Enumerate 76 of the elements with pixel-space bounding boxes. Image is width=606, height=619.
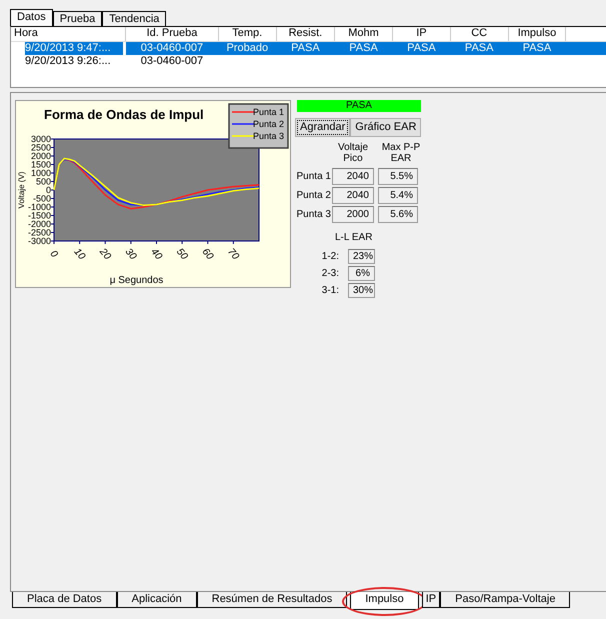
column-header[interactable]: Id. Prueba — [126, 27, 218, 41]
legend — [228, 103, 289, 149]
button[interactable]: Agrandar — [295, 118, 350, 137]
column-header: Voltaje Pico — [336, 142, 370, 164]
tab[interactable]: Prueba — [52, 11, 102, 26]
value-field: 5.5% — [378, 168, 418, 185]
tick-label: -2500 — [28, 228, 51, 238]
tab[interactable]: Datos — [10, 9, 53, 26]
tick-label: 10 — [71, 246, 88, 262]
axis-title: μ Segundos — [110, 275, 164, 286]
tick-label: -3000 — [28, 236, 51, 246]
row-label: 3-1: — [320, 284, 339, 296]
table-cell: 9/20/2013 9:47:... — [25, 42, 123, 55]
tab[interactable]: Paso/Rampa-Voltaje — [440, 592, 570, 608]
tick-label: 60 — [200, 246, 216, 262]
tick-label: 500 — [36, 176, 51, 186]
row-label: 1-2: — [320, 250, 339, 262]
tick-label: 2500 — [30, 142, 51, 152]
tick-label: 70 — [225, 246, 241, 262]
column-header[interactable]: Impulso — [508, 27, 566, 41]
row-label: Punta 1 — [296, 170, 331, 182]
value-field: 5.4% — [378, 187, 418, 204]
tab[interactable]: Aplicación — [116, 592, 197, 608]
value-field: 23% — [348, 249, 375, 264]
legend-label: Punta 1 — [253, 107, 284, 117]
tick-label: 20 — [97, 246, 113, 262]
value-field: 2000 — [332, 206, 374, 223]
tick-label: 1500 — [30, 160, 51, 170]
value-field: 5.6% — [378, 206, 418, 223]
column-header[interactable]: IP — [392, 27, 450, 41]
value-field: 6% — [348, 266, 375, 281]
tick-label: 2000 — [30, 151, 51, 161]
tick-label: 30 — [122, 246, 138, 262]
table-cell: 03-0460-007 — [140, 55, 204, 68]
tab[interactable]: Impulso — [350, 592, 419, 610]
column-header[interactable]: Hora — [11, 27, 126, 41]
tick-label: 3000 — [30, 134, 51, 144]
row-label: Punta 3 — [296, 208, 331, 220]
legend-label: Punta 3 — [253, 131, 284, 141]
tick-label: -2000 — [28, 219, 51, 229]
table-cell: 9/20/2013 9:26:... — [25, 55, 111, 69]
table-cell: PASA — [407, 42, 436, 54]
button[interactable]: Gráfico EAR — [350, 118, 422, 137]
column-header[interactable]: Resist. — [276, 27, 335, 41]
axis-title: Voltaje (V) — [17, 172, 26, 208]
result-banner: PASA — [297, 100, 421, 112]
legend-label: Punta 2 — [253, 119, 284, 129]
column-header[interactable]: CC — [450, 27, 508, 41]
value-field: 2040 — [332, 168, 374, 185]
column-header: Max P-P EAR — [380, 142, 422, 164]
row-label: Punta 2 — [296, 190, 331, 202]
table-cell: Probado — [226, 42, 268, 54]
table-cell: PASA — [522, 42, 552, 54]
section-title: L-L EAR — [335, 232, 372, 244]
chart-title: Forma de Ondas de Impul — [44, 107, 204, 122]
tick-label: -500 — [32, 194, 51, 204]
tick-label: 0 — [48, 248, 60, 260]
tick-label: 1000 — [30, 168, 51, 178]
table-cell: PASA — [464, 42, 494, 54]
tick-label: 0 — [46, 185, 51, 195]
value-field: 2040 — [332, 187, 374, 204]
row-label: 2-3: — [320, 268, 339, 280]
tick-label: 40 — [148, 246, 164, 262]
table-cell: 03-0460-007 — [140, 42, 204, 54]
tab[interactable]: IP — [422, 592, 440, 608]
column-header[interactable]: Mohm — [334, 27, 393, 41]
tick-label: -1000 — [28, 202, 51, 212]
tab[interactable]: Tendencia — [102, 11, 166, 26]
tick-label: 50 — [174, 246, 190, 262]
table-cell: PASA — [349, 42, 378, 54]
table-cell: PASA — [291, 42, 320, 54]
tick-label: -1500 — [28, 210, 51, 220]
column-header[interactable]: Temp. — [218, 27, 276, 41]
value-field: 30% — [348, 283, 375, 298]
tab[interactable]: Placa de Datos — [12, 592, 117, 608]
tab[interactable]: Resúmen de Resultados — [196, 592, 348, 608]
